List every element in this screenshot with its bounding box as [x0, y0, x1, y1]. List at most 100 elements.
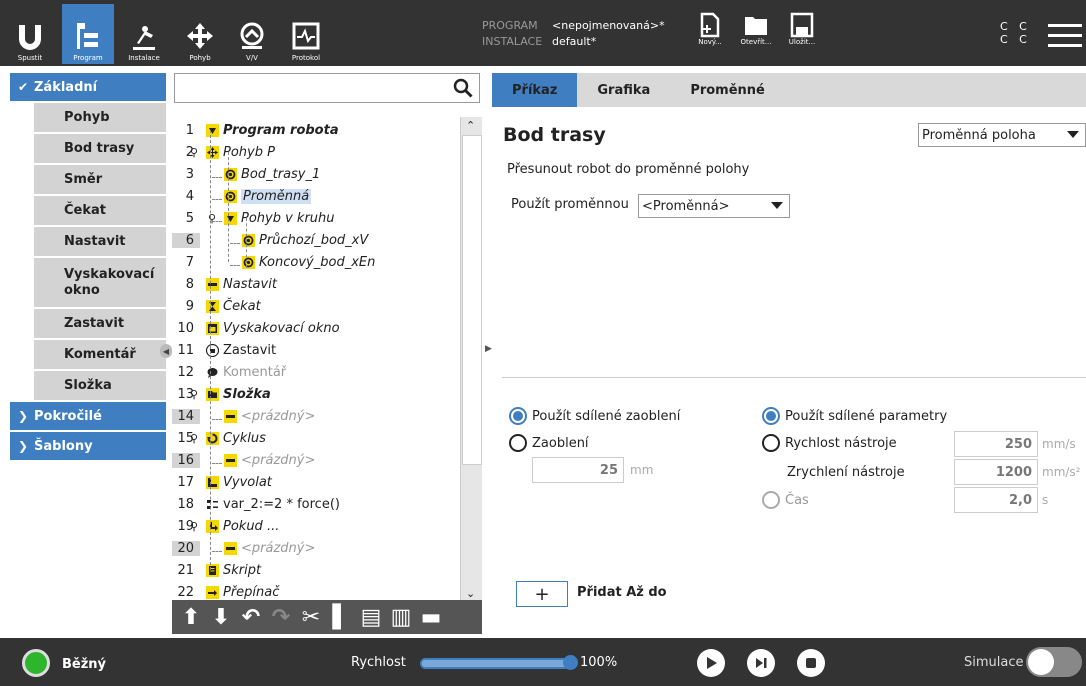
tree-node[interactable]: Skript [206, 563, 261, 578]
nav-run-button[interactable]: Spustit [10, 4, 50, 64]
tab-command[interactable]: Příkaz [492, 73, 578, 107]
tree-node[interactable]: Vyvolat [206, 475, 272, 490]
sidebar-item-move[interactable]: Pohyb [34, 103, 166, 132]
waypoint-type-dropdown[interactable]: Proměnná poloha [918, 123, 1086, 147]
tree-node[interactable]: Průchozí_bod_xV [230, 233, 368, 248]
time-field[interactable]: 2,0 [954, 487, 1038, 513]
sidebar-item-folder[interactable]: Složka [34, 371, 166, 400]
tree-node[interactable]: Vyskakovací okno [206, 321, 340, 336]
save-file-button[interactable]: Uložit... [782, 12, 822, 46]
speed-slider[interactable] [420, 658, 570, 669]
category-templates[interactable]: ❯ Šablony [10, 432, 166, 460]
category-basic[interactable]: ✔ Základní [10, 73, 166, 101]
tree-row[interactable]: 8 Nastavit [172, 273, 460, 295]
tree-row[interactable]: 10 Vyskakovací okno [172, 317, 460, 339]
paste-icon[interactable]: ▤ [356, 602, 386, 632]
tool-accel-field[interactable]: 1200 [954, 459, 1038, 485]
tree-row[interactable]: 13 ⚲ Složka [172, 383, 460, 405]
tree-row[interactable]: 3 Bod_trasy_1 [172, 163, 460, 185]
tree-node[interactable]: Proměnná [212, 188, 312, 204]
tab-variables[interactable]: Proměnné [670, 73, 785, 107]
tree-node[interactable]: ⚲ Pokud ... [190, 519, 279, 534]
collapse-left-icon[interactable]: ◀ [160, 344, 172, 358]
tree-node[interactable]: var_2:=2 * force() [206, 497, 340, 512]
scroll-down-icon[interactable]: ⌄ [466, 587, 475, 600]
tree-node[interactable]: Koncový_bod_xEn [230, 255, 375, 270]
tab-graphics[interactable]: Grafika [577, 73, 670, 107]
tree-row[interactable]: 18 var_2:=2 * force() [172, 493, 460, 515]
nav-move-button[interactable]: Pohyb [178, 4, 222, 64]
play-button[interactable] [697, 649, 725, 677]
sidebar-item-set[interactable]: Nastavit [34, 227, 166, 256]
sidebar-item-halt[interactable]: Zastavit [34, 309, 166, 338]
shared-blend-radio[interactable]: Použít sdílené zaoblení [509, 407, 680, 425]
delete-icon[interactable]: ▥ [386, 602, 416, 632]
tree-node[interactable]: Komentář [206, 365, 286, 380]
sidebar-item-comment[interactable]: Komentář [34, 340, 166, 369]
tree-row[interactable]: 20 <prázdný> [172, 537, 460, 559]
nav-installation-button[interactable]: Instalace [120, 4, 168, 64]
time-radio[interactable]: Čas [762, 491, 809, 509]
expand-pin-icon[interactable]: ⚲ [190, 520, 198, 533]
tree-row[interactable]: 17 Vyvolat [172, 471, 460, 493]
nav-io-button[interactable]: V/V [230, 4, 274, 64]
speed-slider-handle[interactable] [563, 655, 578, 670]
tree-row[interactable]: 6 Průchozí_bod_xV [172, 229, 460, 251]
tree-row[interactable]: 12 Komentář [172, 361, 460, 383]
tree-search-input[interactable] [174, 73, 480, 103]
redo-icon[interactable]: ↷ [266, 602, 296, 632]
sidebar-item-wait[interactable]: Čekat [34, 196, 166, 225]
tree-row[interactable]: 9 Čekat [172, 295, 460, 317]
robot-status-icon[interactable] [22, 649, 50, 677]
variable-dropdown[interactable]: <Proměnná> [638, 194, 790, 218]
sidebar-item-waypoint[interactable]: Bod trasy [34, 134, 166, 163]
tree-node[interactable]: Zastavit [205, 343, 276, 358]
nav-program-button[interactable]: Program [62, 4, 114, 64]
tree-node[interactable]: <prázdný> [212, 541, 315, 556]
category-advanced[interactable]: ❯ Pokročilé [10, 402, 166, 430]
simulation-toggle[interactable] [1026, 647, 1082, 677]
search-icon[interactable] [453, 78, 473, 98]
tree-row[interactable]: 21 Skript [172, 559, 460, 581]
blend-radio[interactable]: Zaoblení [509, 434, 589, 452]
scrollbar-thumb[interactable] [462, 135, 482, 465]
sidebar-item-direction[interactable]: Směr [34, 165, 166, 194]
tree-row[interactable]: 16 <prázdný> [172, 449, 460, 471]
suppress-icon[interactable]: ▬ [416, 602, 446, 632]
tree-node[interactable]: Čekat [206, 299, 261, 314]
stop-button[interactable] [797, 649, 825, 677]
tree-row[interactable]: 2 ⚲ Pohyb P [172, 141, 460, 163]
cut-icon[interactable]: ✂ [296, 602, 326, 632]
tree-row[interactable]: 14 <prázdný> [172, 405, 460, 427]
expand-pin-icon[interactable]: ⚲ [190, 146, 198, 159]
tree-scrollbar[interactable]: ⌃ ⌄ [460, 117, 482, 602]
collapse-right-icon[interactable]: ▶ [485, 344, 495, 360]
open-file-button[interactable]: Otevřít... [736, 12, 776, 46]
tree-node[interactable]: <prázdný> [212, 409, 315, 424]
nav-log-button[interactable]: Protokol [284, 4, 328, 64]
expand-pin-icon[interactable]: ⚲ [190, 432, 198, 445]
tree-node[interactable]: ⚲ Složka [190, 387, 271, 402]
scroll-up-icon[interactable]: ⌃ [466, 119, 475, 132]
undo-icon[interactable]: ↶ [236, 602, 266, 632]
sidebar-item-popup[interactable]: Vyskakovací okno [34, 258, 166, 307]
tree-row[interactable]: 19 ⚲ Pokud ... [172, 515, 460, 537]
tree-node[interactable]: Bod_trasy_1 [212, 167, 320, 182]
tree-node[interactable]: Program robota [206, 123, 339, 138]
tree-node[interactable]: ⚲ Pohyb v kruhu [208, 211, 335, 226]
copy-icon[interactable]: ▌ [326, 602, 356, 632]
add-until-button[interactable]: + [516, 581, 568, 607]
tree-node[interactable]: Nastavit [206, 277, 277, 292]
step-button[interactable] [747, 649, 775, 677]
new-file-button[interactable]: Nový... [690, 12, 730, 46]
tool-speed-radio[interactable]: Rychlost nástroje [762, 434, 897, 452]
tree-row[interactable]: 7 Koncový_bod_xEn [172, 251, 460, 273]
tree-row[interactable]: 1 Program robota [172, 119, 460, 141]
hamburger-menu-icon[interactable] [1048, 24, 1082, 47]
move-up-icon[interactable]: ⬆ [176, 602, 206, 632]
blend-radius-field[interactable]: 25 [532, 457, 624, 483]
tree-node[interactable]: ⚲ Cyklus [190, 431, 266, 446]
tree-row[interactable]: 15 ⚲ Cyklus [172, 427, 460, 449]
shared-params-radio[interactable]: Použít sdílené parametry [762, 407, 947, 425]
tree-node[interactable]: ⚲ Pohyb P [190, 145, 275, 160]
